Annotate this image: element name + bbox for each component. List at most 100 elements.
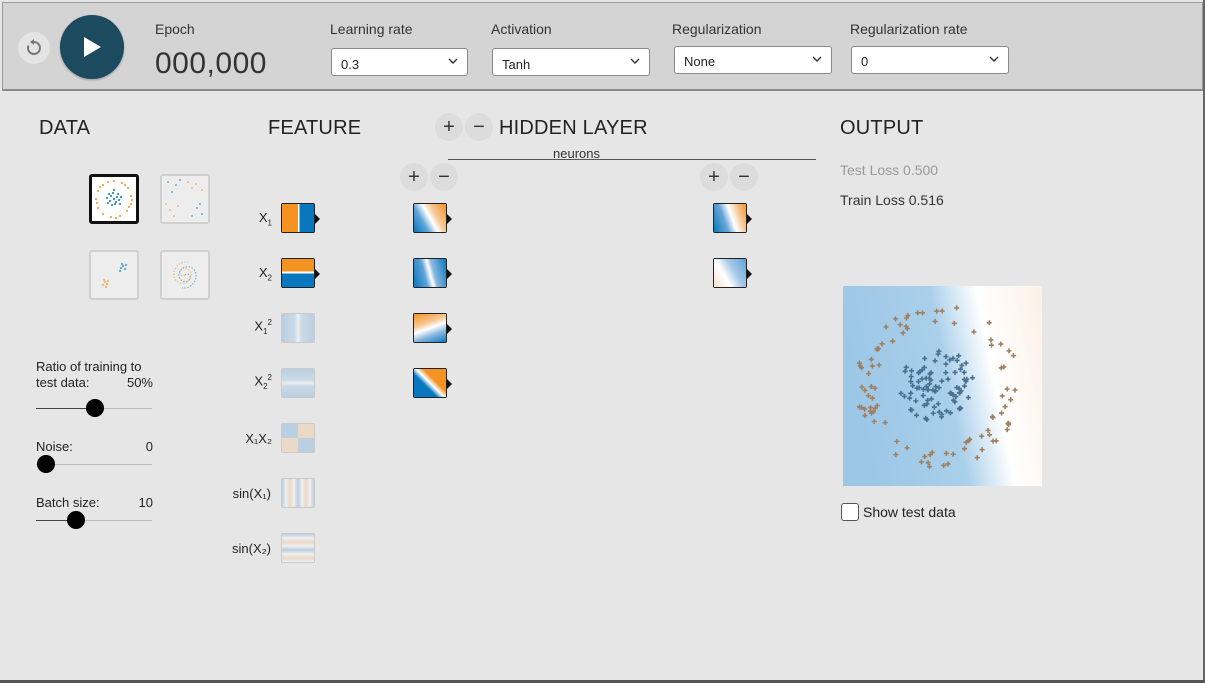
layer1-add-neuron-button[interactable]: + — [400, 163, 428, 191]
output-heading: OUTPUT — [840, 117, 924, 139]
feature-label-x1-squared: X12 — [254, 318, 272, 336]
regularization-rate-value: 0 — [861, 54, 869, 69]
x1x2-feature-icon — [282, 424, 314, 452]
output-link-icon — [447, 214, 452, 224]
control-bar: Epoch 000,000 Learning rate 0.3 Activati… — [2, 2, 1203, 91]
hidden-neuron[interactable] — [413, 313, 452, 343]
layer2-remove-neuron-button[interactable]: − — [730, 163, 758, 191]
regularization-rate-label: Regularization rate — [850, 21, 968, 37]
dataset-circle[interactable] — [89, 174, 139, 224]
xor-dataset-thumbnail — [165, 179, 203, 217]
feature-label-x2-squared: X22 — [254, 373, 272, 391]
reset-button[interactable] — [18, 32, 50, 64]
train-loss: Train Loss 0.516 — [840, 192, 944, 208]
output-link-icon — [315, 214, 320, 224]
ratio-slider-handle[interactable] — [86, 399, 104, 417]
feature-sin-x1-node[interactable] — [281, 478, 315, 508]
regularization-rate-select[interactable]: 0 — [851, 46, 1009, 74]
feature-label-sin-x2: sin(X₂) — [232, 541, 271, 556]
data-heading: DATA — [39, 117, 91, 139]
feature-heading: FEATURE — [268, 117, 362, 139]
sin-x1-feature-icon — [282, 479, 314, 507]
feature-label-x1x2: X₁X₂ — [245, 431, 272, 446]
neuron-heatmap — [414, 369, 446, 397]
dataset-spiral[interactable] — [160, 250, 210, 300]
chevron-down-icon — [812, 56, 822, 62]
layer1-remove-neuron-button[interactable]: − — [430, 163, 458, 191]
noise-slider-handle[interactable] — [37, 455, 55, 473]
remove-layer-button[interactable]: − — [465, 113, 493, 141]
x2-feature-icon — [282, 259, 314, 287]
play-icon — [84, 37, 101, 57]
batch-value: 10 — [138, 495, 153, 510]
ratio-label-line1: Ratio of training to — [36, 359, 142, 374]
play-button[interactable] — [60, 15, 124, 79]
ratio-value: 50% — [126, 375, 153, 390]
noise-label: Noise: — [36, 439, 73, 454]
show-test-data-checkbox[interactable] — [841, 503, 859, 521]
feature-x2-node[interactable] — [281, 258, 320, 288]
batch-slider-handle[interactable] — [67, 511, 85, 529]
hidden-neuron[interactable] — [413, 258, 452, 288]
hidden-neuron[interactable] — [713, 258, 752, 288]
regularization-value: None — [684, 54, 716, 69]
app-window: Epoch 000,000 Learning rate 0.3 Activati… — [0, 0, 1205, 683]
feature-label-sin-x1: sin(X₁) — [232, 486, 271, 501]
output-link-icon — [447, 269, 452, 279]
feature-x1-node[interactable] — [281, 203, 320, 233]
epoch-counter: 000,000 — [155, 47, 267, 80]
hidden-neuron[interactable] — [413, 368, 452, 398]
chevron-down-icon — [989, 56, 999, 62]
activation-label: Activation — [491, 21, 552, 37]
feature-x1-squared-node[interactable] — [281, 313, 315, 343]
batch-track — [76, 520, 152, 521]
hidden-neuron[interactable] — [713, 203, 752, 233]
output-link-icon — [447, 379, 452, 389]
feature-label-x1: X1 — [258, 210, 272, 228]
layer2-add-neuron-button[interactable]: + — [700, 163, 728, 191]
output-link-icon — [447, 324, 452, 334]
dataset-gaussian[interactable] — [89, 250, 139, 300]
feature-label-x2: X2 — [258, 265, 272, 283]
regularization-label: Regularization — [672, 21, 762, 37]
feature-x1x2-node[interactable] — [281, 423, 315, 453]
regularization-select[interactable]: None — [674, 46, 832, 74]
x1-squared-feature-icon — [282, 314, 314, 342]
add-layer-button[interactable]: + — [435, 113, 463, 141]
neuron-heatmap — [714, 259, 746, 287]
output-decision-plot — [843, 286, 1042, 486]
circle-dataset-thumbnail — [95, 180, 133, 219]
chevron-down-icon — [448, 58, 458, 64]
sin-x2-feature-icon — [282, 534, 314, 562]
hidden-neuron[interactable] — [413, 203, 452, 233]
output-link-icon — [747, 269, 752, 279]
output-heatmap — [843, 286, 1042, 486]
ratio-label-line2: test data: — [36, 375, 90, 390]
activation-value: Tanh — [502, 57, 531, 72]
neuron-heatmap — [414, 259, 446, 287]
neuron-heatmap — [414, 204, 446, 232]
neurons-divider — [448, 159, 816, 160]
learning-rate-label: Learning rate — [330, 21, 413, 37]
reset-icon — [26, 39, 41, 55]
epoch-label: Epoch — [155, 21, 195, 37]
batch-label: Batch size: — [36, 495, 100, 510]
learning-rate-value: 0.3 — [341, 57, 360, 72]
neuron-heatmap — [714, 204, 746, 232]
show-test-data-label: Show test data — [863, 504, 956, 520]
output-link-icon — [747, 214, 752, 224]
feature-x2-squared-node[interactable] — [281, 368, 315, 398]
x2-squared-feature-icon — [282, 369, 314, 397]
test-loss: Test Loss 0.500 — [840, 162, 939, 178]
learning-rate-select[interactable]: 0.3 — [331, 48, 468, 76]
chevron-down-icon — [630, 58, 640, 64]
feature-sin-x2-node[interactable] — [281, 533, 315, 563]
neuron-heatmap — [414, 314, 446, 342]
gaussian-dataset-thumbnail — [101, 262, 128, 289]
noise-value: 0 — [145, 439, 153, 454]
dataset-xor[interactable] — [160, 174, 210, 224]
spiral-dataset-thumbnail — [173, 261, 197, 289]
activation-select[interactable]: Tanh — [492, 48, 650, 76]
output-link-icon — [315, 269, 320, 279]
x1-feature-icon — [282, 204, 314, 232]
